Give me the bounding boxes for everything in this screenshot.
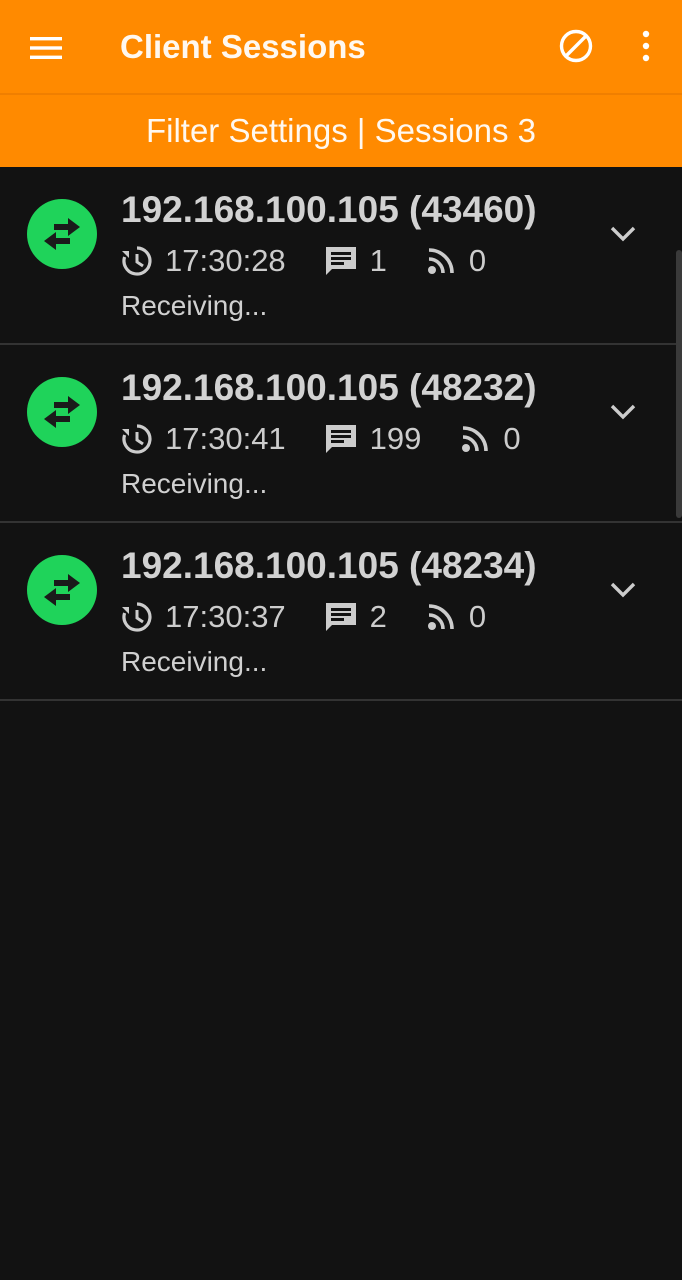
session-time: 17:30:28	[165, 243, 286, 278]
chevron-down-icon	[610, 226, 636, 242]
block-button[interactable]	[552, 22, 600, 70]
menu-button[interactable]	[22, 24, 70, 72]
session-status: Receiving...	[121, 290, 268, 321]
rss-feed-icon	[427, 604, 454, 630]
history-clock-icon	[122, 602, 152, 632]
session-item[interactable]: 192.168.100.105 (48232) 17:30:41 199 0 R…	[0, 345, 682, 523]
session-status-avatar	[27, 555, 97, 625]
rss-feed-icon	[462, 426, 489, 452]
chevron-down-icon	[610, 582, 636, 598]
history-clock-icon	[122, 246, 152, 276]
session-feed-count: 0	[503, 421, 521, 456]
session-time: 17:30:37	[165, 599, 286, 634]
session-item[interactable]: 192.168.100.105 (43460) 17:30:28 1 0 Rec…	[0, 167, 682, 345]
session-address: 192.168.100.105 (48232)	[121, 367, 537, 408]
session-meta: 17:30:41 199 0	[121, 419, 521, 459]
session-message-count: 1	[369, 243, 387, 278]
session-item[interactable]: 192.168.100.105 (48234) 17:30:37 2 0 Rec…	[0, 523, 682, 701]
app-bar: Client Sessions	[0, 0, 682, 93]
session-meta: 17:30:28 1 0	[121, 241, 486, 281]
session-time: 17:30:41	[165, 421, 286, 456]
session-address: 192.168.100.105 (48234)	[121, 545, 537, 586]
page-title: Client Sessions	[120, 28, 366, 65]
more-vert-icon	[642, 30, 650, 62]
history-clock-icon	[122, 424, 152, 454]
rss-feed-icon	[427, 248, 454, 274]
block-icon	[559, 29, 593, 63]
session-address: 192.168.100.105 (43460)	[121, 189, 537, 230]
session-status-avatar	[27, 199, 97, 269]
session-feed-count: 0	[468, 243, 487, 278]
menu-icon	[30, 37, 62, 59]
session-feed-count: 0	[468, 599, 487, 634]
session-status: Receiving...	[121, 646, 268, 677]
scrollbar[interactable]	[676, 250, 682, 518]
expand-button[interactable]	[604, 215, 642, 253]
swap-horiz-icon	[44, 574, 80, 606]
message-icon	[325, 425, 356, 453]
session-status: Receiving...	[121, 468, 268, 499]
expand-button[interactable]	[604, 571, 642, 609]
message-icon	[325, 603, 356, 631]
filter-settings-label: Filter Settings | Sessions 3	[145, 112, 537, 149]
session-message-count: 2	[369, 599, 387, 634]
swap-horiz-icon	[44, 396, 80, 428]
swap-horiz-icon	[44, 218, 80, 250]
more-options-button[interactable]	[626, 22, 666, 70]
filter-settings-bar[interactable]: Filter Settings | Sessions 3	[0, 95, 682, 167]
session-message-count: 199	[369, 421, 422, 456]
message-icon	[325, 247, 356, 275]
chevron-down-icon	[610, 404, 636, 420]
session-list: 192.168.100.105 (43460) 17:30:28 1 0 Rec…	[0, 167, 682, 701]
session-status-avatar	[27, 377, 97, 447]
session-meta: 17:30:37 2 0	[121, 597, 486, 637]
expand-button[interactable]	[604, 393, 642, 431]
